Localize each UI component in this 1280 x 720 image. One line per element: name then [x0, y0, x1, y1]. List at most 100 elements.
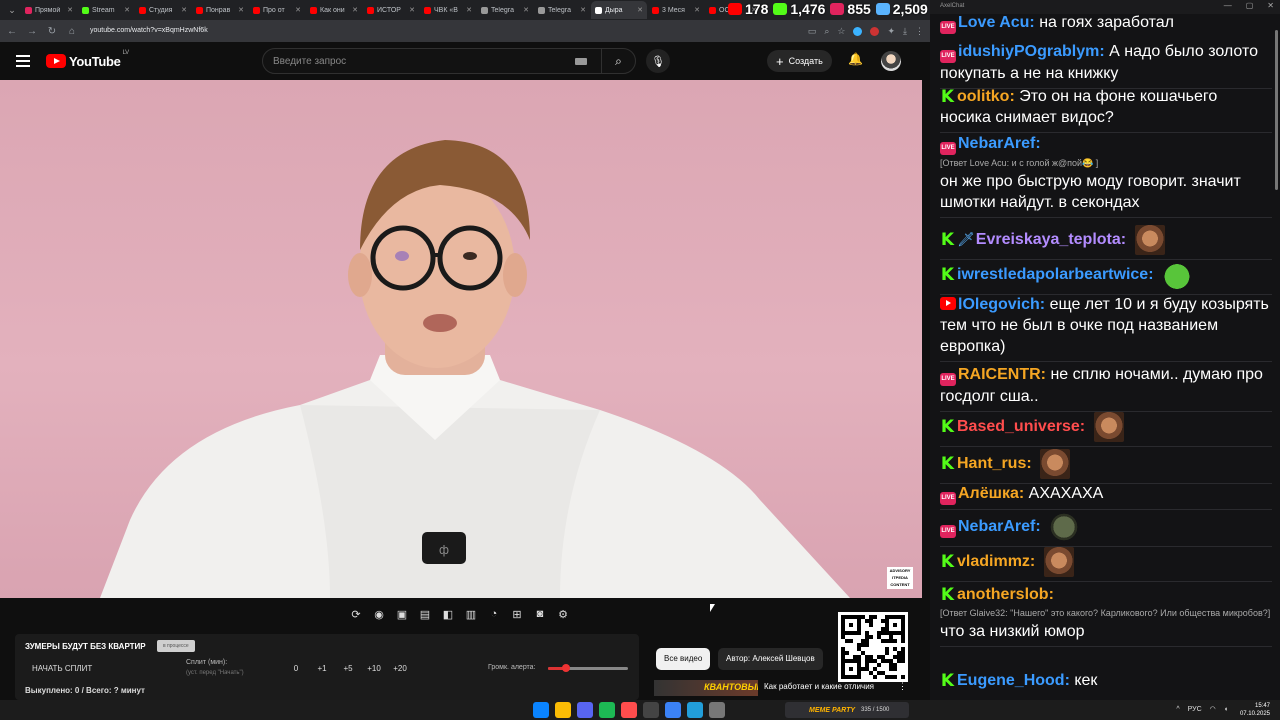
author-chip[interactable]: Автор: Алексей Шевцов	[718, 648, 823, 670]
add-screen-icon[interactable]: ⊞	[509, 606, 525, 622]
start-split-button[interactable]: НАЧАТЬ СПЛИТ	[32, 664, 92, 673]
maximize-icon[interactable]: ▢	[1246, 1, 1254, 10]
language-indicator[interactable]: РУС	[1188, 706, 1202, 713]
film-icon[interactable]: ▥	[463, 606, 479, 622]
reload-icon[interactable]: ↻	[46, 26, 58, 37]
recommended-thumbnail[interactable]: КВАНТОВЫЙ	[654, 680, 758, 696]
taskbar-app-icon[interactable]	[665, 702, 681, 718]
home-icon[interactable]: ⌂	[66, 26, 78, 37]
broadcast-icon[interactable]: ◉	[371, 606, 387, 622]
minimize-icon[interactable]: —	[1224, 1, 1232, 10]
create-button[interactable]: + Создать	[767, 50, 832, 72]
watch-icon[interactable]: ▣	[394, 606, 410, 622]
download-icon[interactable]: ⤓	[903, 26, 907, 37]
taskbar-app-icon[interactable]	[709, 702, 725, 718]
browser-tab[interactable]: Telegra ✕	[477, 1, 533, 19]
taskbar-app-icon[interactable]	[643, 702, 659, 718]
split-value-button[interactable]: +1	[309, 664, 335, 673]
search-input[interactable]	[263, 55, 575, 67]
tab-close-icon[interactable]: ✕	[466, 6, 472, 14]
chat-username[interactable]: NebarAref:	[958, 518, 1041, 535]
more-options-icon[interactable]: ⋮	[898, 681, 907, 692]
url-bar[interactable]: youtube.com/watch?v=xBqmHzwNf6k	[86, 23, 646, 39]
taskbar-app-icon[interactable]	[533, 702, 549, 718]
recommended-title[interactable]: Как работает и какие отличия	[764, 682, 874, 691]
alert-volume-slider[interactable]	[548, 664, 628, 672]
account-avatar[interactable]	[881, 51, 901, 71]
tab-close-icon[interactable]: ✕	[238, 6, 244, 14]
extension-icon[interactable]	[853, 26, 863, 36]
tab-close-icon[interactable]: ✕	[694, 6, 700, 14]
screenshot-icon[interactable]: ◙	[532, 606, 548, 622]
browser-tab[interactable]: Прямой ✕	[21, 1, 77, 19]
browser-tab[interactable]: ИСТОР ✕	[363, 1, 419, 19]
tab-close-icon[interactable]: ✕	[637, 6, 643, 14]
tray-arrow-icon[interactable]: ^	[1176, 706, 1179, 713]
extension-icon[interactable]	[870, 26, 880, 36]
browser-tab[interactable]: Stream ✕	[78, 1, 134, 19]
taskbar-clock[interactable]: 15:47 07.10.2025	[1240, 702, 1270, 718]
stream-widget[interactable]: MEME PARTY 335 / 1500	[785, 702, 909, 718]
puzzle-icon[interactable]: ✦	[887, 26, 895, 37]
taskbar-app-icon[interactable]	[577, 702, 593, 718]
loop-icon[interactable]: ⟳	[348, 606, 364, 622]
chat-username[interactable]: vladimmz:	[957, 553, 1035, 570]
keyboard-icon[interactable]	[575, 57, 587, 65]
browser-tab[interactable]: ЧВК «В ✕	[420, 1, 476, 19]
youtube-logo[interactable]: YouTube LV	[46, 50, 129, 69]
tab-close-icon[interactable]: ✕	[523, 6, 529, 14]
split-value-button[interactable]: +20	[387, 664, 413, 673]
menu-dots-icon[interactable]: ⋮	[915, 26, 924, 37]
chat-username[interactable]: Based_universe:	[957, 418, 1085, 435]
notifications-bell-icon[interactable]: 🔔	[848, 52, 863, 66]
tab-close-icon[interactable]: ✕	[352, 6, 358, 14]
tab-close-icon[interactable]: ✕	[181, 6, 187, 14]
bookmark-star-icon[interactable]: ☆	[837, 26, 845, 37]
cast-icon[interactable]: ▭	[808, 26, 817, 37]
search-icon[interactable]: ⌕	[601, 49, 635, 73]
browser-tab[interactable]: Telegra ✕	[534, 1, 590, 19]
taskbar-app-icon[interactable]	[687, 702, 703, 718]
chat-username[interactable]: NebarAref:	[958, 135, 1041, 152]
wifi-icon[interactable]: ◠	[1210, 705, 1216, 713]
chat-username[interactable]: Love Acu:	[958, 14, 1035, 31]
taskbar-app-icon[interactable]	[599, 702, 615, 718]
browser-tab[interactable]: Понрав ✕	[192, 1, 248, 19]
chat-username[interactable]: Hant_rus:	[957, 455, 1032, 472]
speed-icon[interactable]: ◔	[486, 606, 502, 622]
volume-icon[interactable]: ◖	[1224, 706, 1228, 713]
chat-username[interactable]: iwrestledapolarbeartwice:	[957, 266, 1154, 283]
close-icon[interactable]: ✕	[1267, 1, 1274, 10]
tab-close-icon[interactable]: ✕	[409, 6, 415, 14]
settings-gear-icon[interactable]: ⚙	[555, 606, 571, 622]
chat-username[interactable]: oolitko:	[957, 88, 1015, 105]
zoom-icon[interactable]: ⌕	[824, 26, 829, 37]
browser-tab[interactable]: Про от ✕	[249, 1, 305, 19]
chat-scrollbar[interactable]	[1275, 30, 1278, 190]
tab-close-icon[interactable]: ✕	[580, 6, 586, 14]
tab-close-icon[interactable]: ✕	[124, 6, 130, 14]
tab-search-icon[interactable]: ⌄	[4, 2, 20, 18]
back-icon[interactable]: ←	[6, 26, 18, 37]
chat-username[interactable]: idushiyPOgrablym:	[958, 43, 1105, 60]
taskbar-app-icon[interactable]	[621, 702, 637, 718]
chat-username[interactable]: RAICENTR:	[958, 366, 1046, 383]
split-value-button[interactable]: +5	[335, 664, 361, 673]
pip-icon[interactable]: ◧	[440, 606, 456, 622]
forward-icon[interactable]: →	[26, 26, 38, 37]
tab-close-icon[interactable]: ✕	[67, 6, 73, 14]
video-player[interactable]: ф ADVISORY ITPEDIA CONTENT	[0, 80, 922, 598]
browser-tab[interactable]: Как они ✕	[306, 1, 362, 19]
all-videos-chip[interactable]: Все видео	[656, 648, 711, 670]
browser-tab[interactable]: 3 Меся ✕	[648, 1, 704, 19]
microphone-icon[interactable]: 🎙	[646, 49, 670, 73]
split-value-button[interactable]: +10	[361, 664, 387, 673]
volume-knob[interactable]	[561, 664, 570, 672]
clapper-icon[interactable]: ▤	[417, 606, 433, 622]
taskbar-app-icon[interactable]	[555, 702, 571, 718]
browser-tab[interactable]: Студия ✕	[135, 1, 191, 19]
split-value-button[interactable]: 0	[283, 664, 309, 673]
browser-tab[interactable]: Дыра ✕	[591, 1, 647, 19]
chat-username[interactable]: anotherslob:	[957, 586, 1054, 603]
chat-username[interactable]: Eugene_Hood:	[957, 672, 1070, 689]
